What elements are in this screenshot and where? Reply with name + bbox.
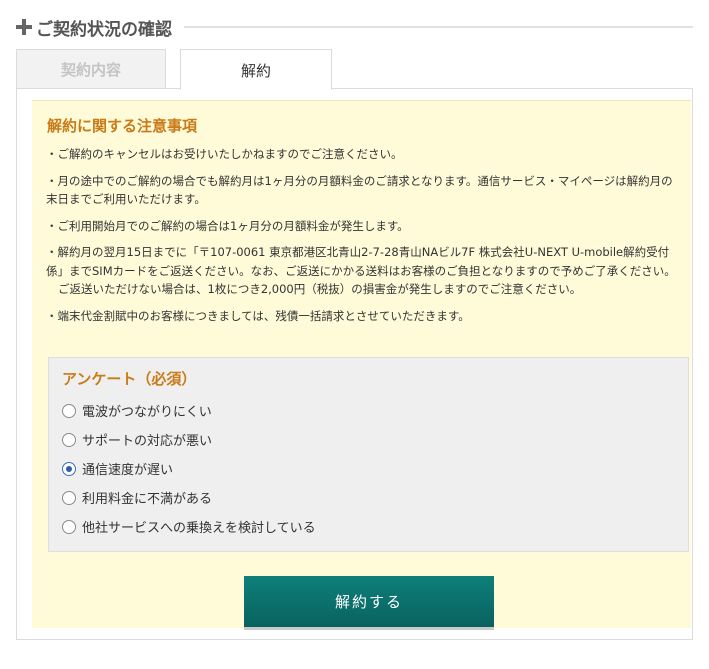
tab-panel: 解約に関する注意事項 ・ご解約のキャンセルはお受けいたしかねますのでご注意くださ…: [16, 88, 693, 640]
survey-option[interactable]: 他社サービスへの乗換えを検討している: [62, 512, 316, 541]
survey-option[interactable]: サポートの対応が悪い: [62, 425, 316, 454]
notice-item: ご返送いただけない場合は、1枚につき2,000円（税抜）の損害金が発生しますので…: [58, 282, 582, 296]
tab-bar: 契約内容 解約: [16, 49, 693, 90]
survey-title: アンケート（必須）: [62, 370, 197, 388]
survey-option-label: サポートの対応が悪い: [82, 434, 213, 449]
notice-item: ・月の途中でのご解約の場合でも解約月は1ヶ月分の月額料金のご請求となります。通信…: [46, 173, 673, 207]
notice-item: ・ご解約のキャンセルはお受けいたしかねますのでご注意ください。: [46, 147, 403, 161]
plus-icon: [16, 19, 32, 35]
tab-contract-details[interactable]: 契約内容: [16, 49, 166, 89]
notice-title: 解約に関する注意事項: [47, 117, 198, 135]
survey-option[interactable]: 利用料金に不満がある: [62, 483, 316, 512]
notice-list: ・ご解約のキャンセルはお受けいたしかねますのでご注意ください。 ・月の途中でのご…: [46, 145, 681, 333]
radio-checked-icon[interactable]: [62, 461, 76, 476]
survey-option-label: 電波がつながりにくい: [82, 405, 212, 420]
radio-icon[interactable]: [62, 432, 76, 447]
tab-cancellation[interactable]: 解約: [180, 49, 332, 90]
radio-icon[interactable]: [62, 490, 76, 505]
survey-option[interactable]: 通信速度が遅い: [62, 454, 316, 483]
page-title: ご契約状況の確認: [36, 19, 172, 40]
cancel-contract-button[interactable]: 解約する: [244, 576, 494, 630]
survey-option[interactable]: 電波がつながりにくい: [62, 396, 316, 425]
survey-option-label: 利用料金に不満がある: [82, 492, 213, 507]
survey-options: 電波がつながりにくい サポートの対応が悪い 通信速度が遅い 利用料金に不満がある…: [62, 396, 316, 541]
title-divider: [184, 26, 693, 28]
notice-item: ・ご利用開始月でのご解約の場合は1ヶ月分の月額料金が発生します。: [46, 218, 409, 233]
radio-icon[interactable]: [62, 403, 76, 418]
section-header: ご契約状況の確認: [16, 14, 693, 40]
notice-box: 解約に関する注意事項 ・ご解約のキャンセルはお受けいたしかねますのでご注意くださ…: [32, 100, 691, 630]
survey-option-label: 他社サービスへの乗換えを検討している: [82, 521, 316, 536]
survey-option-label: 通信速度が遅い: [82, 463, 174, 478]
notice-item: ・端末代金割賦中のお客様につきましては、残債一括請求とさせていただきます。: [46, 308, 470, 323]
radio-icon[interactable]: [62, 519, 76, 534]
survey-box: アンケート（必須） 電波がつながりにくい サポートの対応が悪い 通信速度が遅い …: [48, 357, 689, 552]
notice-item: ・解約月の翌月15日までに「〒107-0061 東京都港区北青山2-7-28青山…: [46, 245, 676, 278]
